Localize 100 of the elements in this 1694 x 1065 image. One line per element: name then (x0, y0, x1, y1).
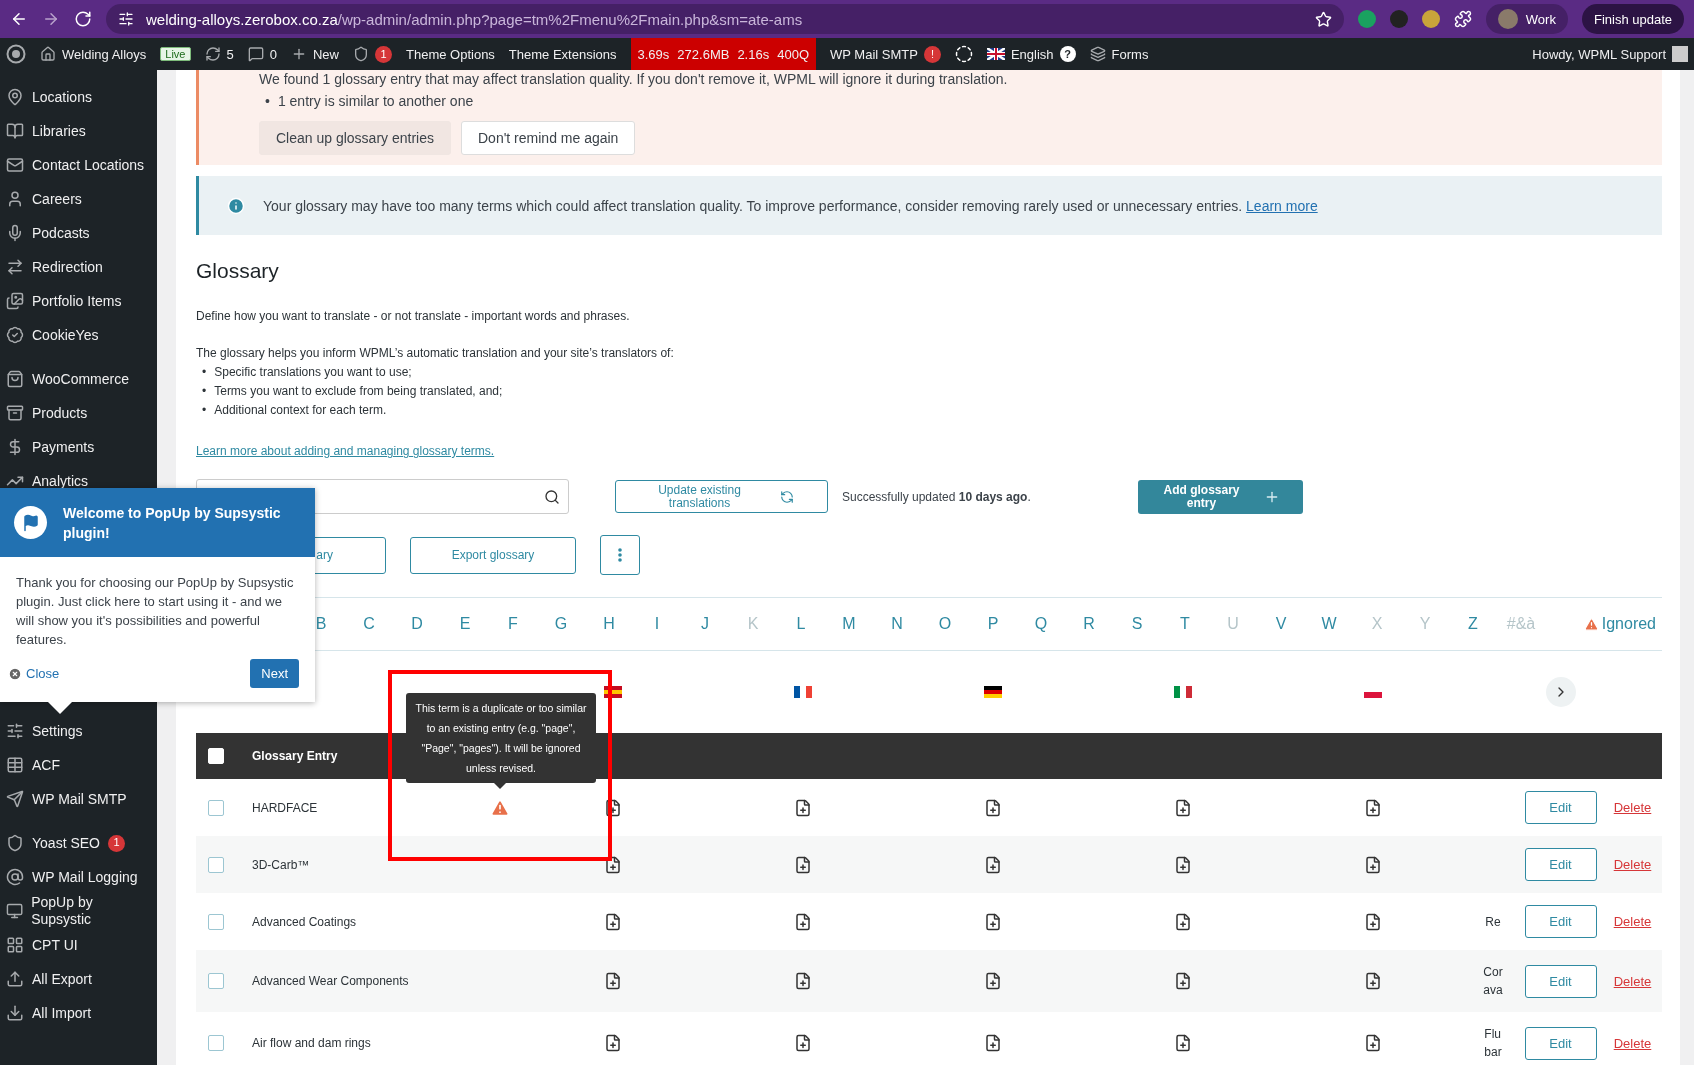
ignored-filter[interactable]: Ignored (1583, 615, 1656, 633)
add-translation-icon[interactable] (1174, 972, 1192, 990)
select-all-checkbox[interactable] (208, 748, 224, 764)
sidebar-item[interactable]: CookieYes (0, 318, 157, 352)
add-translation-icon[interactable] (794, 798, 812, 817)
delete-link[interactable]: Delete (1613, 973, 1652, 989)
add-translation-icon[interactable] (1364, 972, 1382, 990)
add-translation-icon[interactable] (794, 912, 812, 931)
add-translation-icon[interactable] (984, 855, 1002, 874)
row-checkbox[interactable] (208, 973, 224, 989)
sidebar-item[interactable]: Podcasts (0, 216, 157, 250)
sidebar-item[interactable]: PopUp by Supsystic (0, 894, 157, 928)
add-translation-icon[interactable] (604, 972, 622, 990)
letter-filter[interactable]: C (345, 615, 393, 633)
sidebar-item[interactable]: Locations (0, 80, 157, 114)
next-columns-button[interactable] (1545, 677, 1576, 707)
letter-filter[interactable]: H (585, 615, 633, 633)
sidebar-item[interactable]: Payments (0, 430, 157, 464)
edit-button[interactable]: Edit (1524, 964, 1597, 998)
row-checkbox[interactable] (208, 856, 224, 873)
add-translation-icon[interactable] (604, 912, 622, 931)
add-translation-icon[interactable] (1174, 855, 1192, 874)
help-link[interactable]: Learn more about adding and managing glossary terms. (196, 444, 495, 458)
notice-button[interactable]: Don't remind me again (461, 121, 636, 155)
add-translation-icon[interactable] (1364, 912, 1382, 931)
sidebar-item[interactable]: Careers (0, 182, 157, 216)
smtp-link[interactable]: WP Mail SMTP ! (830, 45, 941, 63)
profile-button[interactable]: Work (1485, 4, 1568, 34)
letter-filter[interactable]: F (489, 615, 537, 633)
address-bar[interactable]: welding-alloys.zerobox.co.za/wp-admin/admin.php?page=tm%2Fmenu%2Fmain.php&sm=ate-ams (106, 4, 1344, 34)
letter-filter[interactable]: T (1161, 615, 1209, 633)
letter-filter[interactable]: V (1257, 615, 1305, 633)
sidebar-item[interactable]: WP Mail Logging (0, 860, 157, 894)
language-switcher[interactable]: English ? (986, 46, 1076, 62)
admin-bar-link[interactable]: Theme Options (406, 46, 495, 62)
add-entry-button[interactable]: Add glossary entry (1138, 479, 1303, 514)
row-checkbox[interactable] (208, 799, 224, 816)
sidebar-item[interactable]: Products (0, 396, 157, 430)
letter-filter[interactable]: G (537, 615, 585, 633)
sidebar-item[interactable]: All Import (0, 996, 157, 1030)
letter-filter[interactable]: W (1305, 615, 1353, 633)
add-translation-icon[interactable] (794, 1034, 812, 1052)
account-link[interactable]: Howdy, WPML Support (1532, 46, 1688, 62)
letter-filter[interactable]: N (873, 615, 921, 633)
add-translation-icon[interactable] (794, 855, 812, 874)
letter-filter[interactable]: P (969, 615, 1017, 633)
sidebar-item[interactable]: ACF (0, 748, 157, 782)
update-button[interactable]: Update existing translations (615, 480, 828, 513)
learn-more-link[interactable]: Learn more (1246, 197, 1318, 214)
edit-button[interactable]: Edit (1524, 1026, 1597, 1060)
letter-filter[interactable]: Q (1017, 615, 1065, 633)
add-translation-icon[interactable] (604, 798, 622, 817)
add-translation-icon[interactable] (984, 912, 1002, 931)
extension-icon[interactable] (1421, 10, 1440, 28)
sidebar-item[interactable]: CPT UI (0, 928, 157, 962)
new-link[interactable]: New (290, 46, 339, 62)
next-button[interactable]: Next (250, 659, 299, 688)
letter-filter[interactable]: Z (1449, 615, 1497, 633)
sidebar-item[interactable]: Settings (0, 714, 157, 748)
comments-link[interactable]: 0 (247, 46, 277, 62)
updates-link[interactable]: 5 (204, 46, 234, 62)
add-translation-icon[interactable] (794, 972, 812, 990)
delete-link[interactable]: Delete (1613, 857, 1652, 872)
delete-link[interactable]: Delete (1613, 1035, 1652, 1051)
more-options-button[interactable] (600, 535, 640, 575)
letter-filter[interactable]: S (1113, 615, 1161, 633)
add-translation-icon[interactable] (604, 1034, 622, 1052)
add-translation-icon[interactable] (604, 855, 622, 874)
row-checkbox[interactable] (208, 913, 224, 930)
add-translation-icon[interactable] (1174, 1034, 1192, 1052)
sidebar-item[interactable]: WooCommerce (0, 362, 157, 396)
site-name-link[interactable]: Welding Alloys (40, 46, 147, 62)
notice-button[interactable]: Clean up glossary entries (259, 121, 451, 155)
close-link[interactable]: Close (8, 666, 60, 681)
add-translation-icon[interactable] (984, 1034, 1002, 1052)
letter-filter[interactable]: E (441, 615, 489, 633)
sidebar-item[interactable]: Portfolio Items (0, 284, 157, 318)
export-button[interactable]: Export glossary (410, 536, 576, 574)
edit-button[interactable]: Edit (1524, 905, 1597, 938)
add-translation-icon[interactable] (984, 972, 1002, 990)
add-translation-icon[interactable] (1174, 798, 1192, 817)
edit-button[interactable]: Edit (1524, 791, 1597, 824)
add-translation-icon[interactable] (1364, 1034, 1382, 1052)
letter-filter[interactable]: D (393, 615, 441, 633)
admin-bar-link[interactable]: Theme Extensions (508, 46, 617, 62)
sidebar-item[interactable]: Redirection (0, 250, 157, 284)
add-translation-icon[interactable] (984, 798, 1002, 817)
sidebar-item[interactable]: Yoast SEO 1 (0, 826, 157, 860)
letter-filter[interactable]: M (825, 615, 873, 633)
delete-link[interactable]: Delete (1613, 914, 1652, 929)
forms-link[interactable]: Forms (1089, 46, 1149, 62)
add-translation-icon[interactable] (1174, 912, 1192, 931)
row-checkbox[interactable] (208, 1035, 224, 1051)
sidebar-item[interactable]: Contact Locations (0, 148, 157, 182)
sidebar-item[interactable]: Analytics (0, 464, 157, 498)
add-translation-icon[interactable] (1364, 855, 1382, 874)
extension-icon[interactable] (1357, 10, 1376, 28)
letter-filter[interactable]: L (777, 615, 825, 633)
update-button[interactable]: Finish update (1581, 4, 1684, 34)
letter-filter[interactable]: O (921, 615, 969, 633)
